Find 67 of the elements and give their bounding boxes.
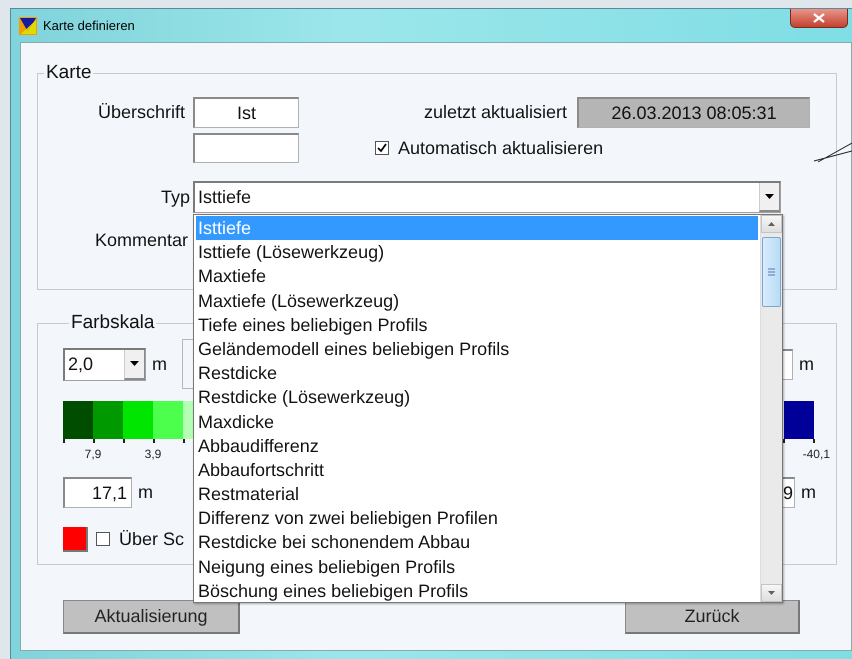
color-swatch[interactable] bbox=[123, 401, 153, 439]
field-label: zuletzt aktualisiert bbox=[422, 102, 567, 123]
checkbox[interactable] bbox=[96, 532, 110, 546]
list-option[interactable]: Maxdicke bbox=[196, 410, 758, 434]
list-option[interactable]: Differenz von zwei beliebigen Profilen bbox=[196, 506, 758, 530]
tick-mark bbox=[93, 439, 95, 443]
list-option[interactable]: Restdicke (Lösewerkzeug) bbox=[196, 385, 758, 410]
unit-label: m bbox=[152, 354, 167, 374]
app-icon bbox=[19, 16, 37, 34]
unit-label: m bbox=[801, 482, 816, 503]
timestamp-field: 26.03.2013 08:05:31 bbox=[577, 97, 810, 128]
tick-mark bbox=[123, 439, 125, 443]
subheading-field[interactable] bbox=[193, 133, 299, 163]
color-swatch[interactable] bbox=[784, 401, 814, 439]
tick-mark bbox=[813, 439, 815, 443]
window-title: Karte definieren bbox=[43, 18, 135, 33]
color-swatch[interactable] bbox=[153, 401, 183, 439]
unit-label: m bbox=[138, 482, 153, 503]
scale-label: 3,9 bbox=[144, 447, 162, 461]
list-option[interactable]: Abbaufortschritt bbox=[196, 458, 758, 482]
list-option[interactable]: Isttiefe (Lösewerkzeug) bbox=[196, 240, 758, 264]
group-label: Farbskala bbox=[70, 312, 156, 334]
scale-label: -40,1 bbox=[802, 447, 830, 461]
checkbox-label: Über Sc bbox=[119, 528, 184, 550]
scroll-thumb[interactable] bbox=[762, 237, 781, 307]
action-button[interactable]: Zurück bbox=[625, 600, 800, 634]
tick-mark bbox=[153, 439, 155, 443]
scroll-down-button[interactable] bbox=[761, 584, 782, 602]
scrollbar[interactable] bbox=[760, 215, 782, 602]
caret-icon bbox=[768, 591, 775, 595]
field-label: Typ bbox=[160, 186, 190, 208]
list-option[interactable]: Geländemodell eines beliebigen Profils bbox=[196, 336, 758, 362]
color-swatch[interactable] bbox=[63, 401, 93, 439]
step-dropdown[interactable]: 2,0 bbox=[63, 348, 146, 380]
tick-mark bbox=[783, 439, 785, 443]
list-option[interactable]: Restdicke bei schonendem Abbau bbox=[196, 530, 758, 555]
tick-mark bbox=[63, 439, 65, 443]
list-option[interactable]: Abbaudifferenz bbox=[196, 434, 758, 458]
heading-field[interactable]: Ist bbox=[193, 97, 299, 128]
type-dropdown[interactable]: Isttiefe bbox=[193, 181, 781, 213]
tick-mark bbox=[183, 439, 185, 443]
list-option[interactable]: Maxtiefe bbox=[196, 264, 758, 289]
leader-line bbox=[812, 141, 852, 165]
list-option[interactable]: Böschung eines beliebigen Profils bbox=[196, 578, 758, 603]
checkbox-label: Automatisch aktualisieren bbox=[398, 138, 604, 158]
list-option[interactable]: Neigung eines beliebigen Profils bbox=[196, 554, 758, 579]
color-swatch[interactable] bbox=[63, 526, 88, 552]
close-button[interactable] bbox=[790, 9, 848, 28]
list-option[interactable]: Restmaterial bbox=[196, 482, 758, 506]
grip-icon bbox=[768, 268, 775, 276]
field-label: Kommentar bbox=[94, 230, 188, 250]
min-field[interactable]: 17,1 bbox=[63, 477, 132, 508]
scale-label: 7,9 bbox=[84, 447, 102, 461]
close-icon bbox=[813, 13, 825, 23]
list-option[interactable]: Maxtiefe (Lösewerkzeug) bbox=[196, 288, 758, 313]
list-option[interactable]: Tiefe eines beliebigen Profils bbox=[196, 312, 758, 337]
scroll-up-button[interactable] bbox=[761, 215, 782, 233]
caret-icon bbox=[130, 361, 139, 366]
checkbox[interactable] bbox=[375, 141, 389, 155]
unit-label: m bbox=[799, 354, 814, 374]
caret-icon bbox=[765, 194, 774, 199]
list-option[interactable]: Restdicke bbox=[196, 361, 758, 386]
action-button[interactable]: Aktualisierung bbox=[63, 600, 240, 634]
group-label: Karte bbox=[45, 62, 92, 84]
field-label: Überschrift bbox=[96, 102, 185, 123]
color-swatch[interactable] bbox=[93, 401, 123, 439]
caret-icon bbox=[768, 222, 775, 226]
